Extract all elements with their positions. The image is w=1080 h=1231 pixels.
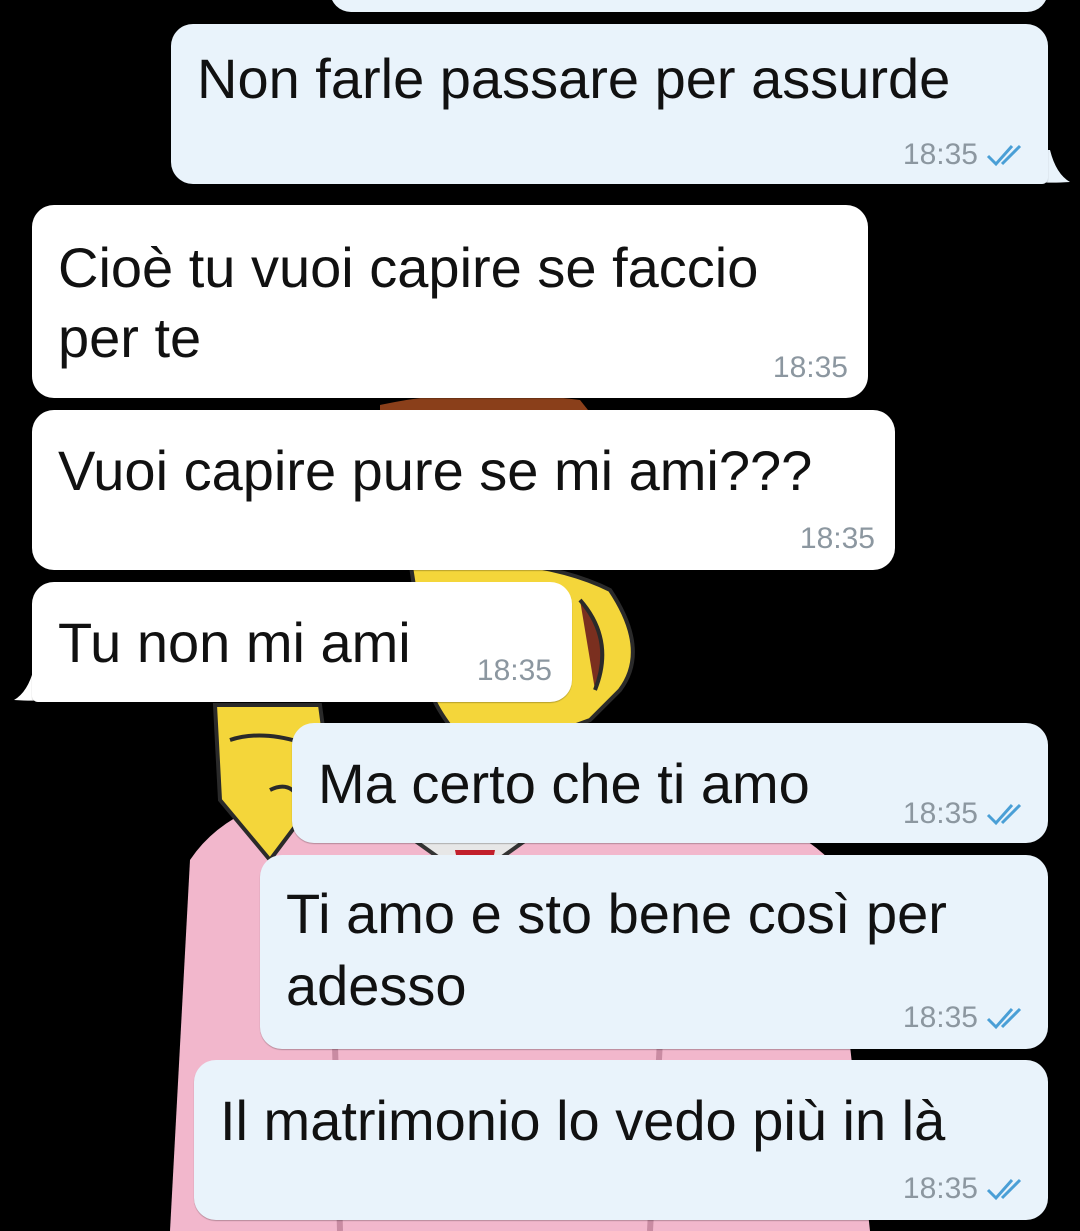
message-meta: 18:35 <box>903 1001 1030 1035</box>
message-time: 18:35 <box>476 654 552 687</box>
message-time: 18:35 <box>902 1172 978 1205</box>
message-bubble-outgoing[interactable]: Non farle passare per assurde 18:35 <box>171 24 1048 184</box>
message-text: Non farle passare per assurde <box>197 47 951 110</box>
message-bubble-incoming[interactable]: Vuoi capire pure se mi ami??? 18:35 <box>32 410 895 570</box>
message-bubble-incoming[interactable]: Tu non mi ami 18:35 <box>32 582 572 702</box>
message-meta: 18:35 <box>903 797 1030 831</box>
message-meta: 18:35 <box>903 1172 1030 1206</box>
message-time: 18:35 <box>799 522 875 555</box>
message-text-line-2: adesso <box>286 954 467 1017</box>
message-text: Vuoi capire pure se mi ami??? <box>58 439 813 502</box>
message-text: Il matrimonio lo vedo più in là <box>220 1089 946 1152</box>
message-meta: 18:35 <box>773 351 848 385</box>
message-text-line-2: per te <box>58 306 202 369</box>
message-text-line-1: Cioè tu vuoi capire se faccio <box>58 236 759 299</box>
message-text: Tu non mi ami <box>58 611 411 674</box>
double-check-icon <box>986 1176 1030 1202</box>
message-bubble-incoming[interactable]: Cioè tu vuoi capire se faccio per te 18:… <box>32 205 868 398</box>
message-meta: 18:35 <box>477 654 552 688</box>
message-text-line-1: Ti amo e sto bene così per <box>286 882 947 945</box>
previous-message-bubble-edge <box>330 0 1048 12</box>
message-text: Ma certo che ti amo <box>318 752 810 815</box>
message-time: 18:35 <box>902 138 978 171</box>
message-meta: 18:35 <box>903 138 1030 172</box>
double-check-icon <box>986 1005 1030 1031</box>
double-check-icon <box>986 801 1030 827</box>
message-bubble-outgoing[interactable]: Ma certo che ti amo 18:35 <box>292 723 1048 843</box>
double-check-icon <box>986 142 1030 168</box>
message-time: 18:35 <box>772 351 848 384</box>
message-time: 18:35 <box>902 797 978 830</box>
message-time: 18:35 <box>902 1001 978 1034</box>
message-meta: 18:35 <box>800 522 875 556</box>
message-bubble-outgoing[interactable]: Il matrimonio lo vedo più in là 18:35 <box>194 1060 1048 1220</box>
message-bubble-outgoing[interactable]: Ti amo e sto bene così per adesso 18:35 <box>260 855 1048 1049</box>
